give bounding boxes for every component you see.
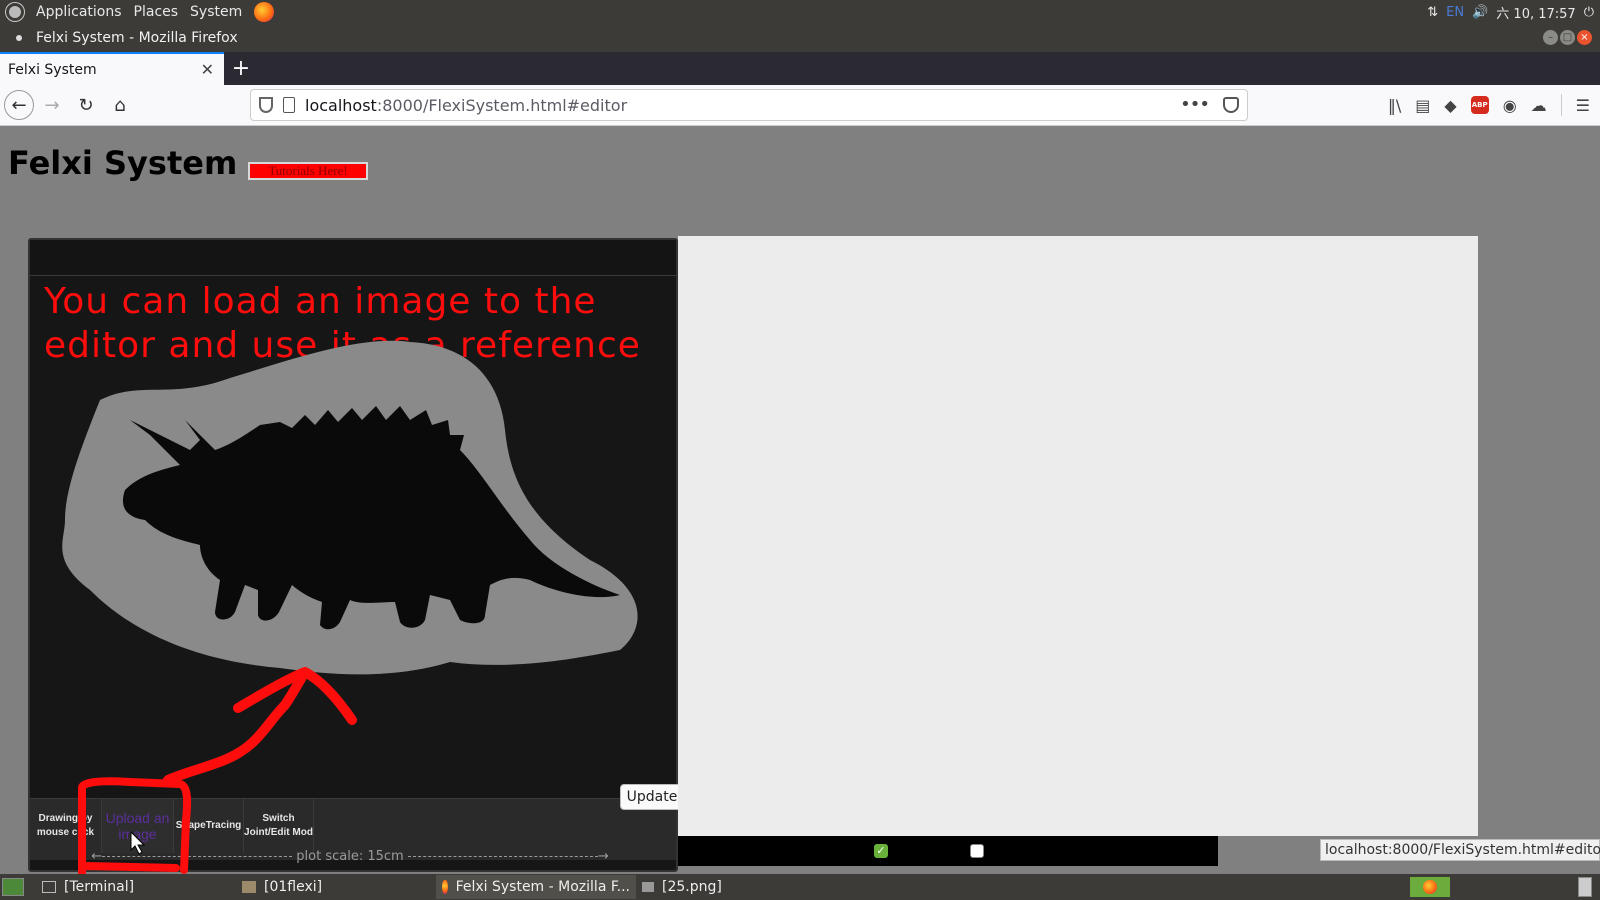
window-title-bar: Felxi System - Mozilla Firefox – □ × — [0, 24, 1600, 52]
trash-icon[interactable] — [1578, 877, 1592, 897]
forward-button[interactable]: → — [36, 89, 68, 121]
editor-canvas[interactable]: You can load an image to the editor and … — [28, 238, 678, 872]
firefox-launcher-icon[interactable] — [254, 2, 275, 22]
taskbar-item-folder[interactable]: [01flexi] — [236, 875, 436, 899]
taskbar-item-terminal[interactable]: [Terminal] — [36, 875, 236, 899]
firefox-icon — [442, 880, 448, 894]
show-desktop-icon[interactable] — [2, 878, 24, 896]
taskbar-item-label: [01flexi] — [264, 879, 323, 895]
bottom-taskbar: [Terminal] [01flexi] Felxi System - Mozi… — [0, 874, 1600, 900]
ubuntu-logo-icon[interactable] — [6, 3, 24, 21]
keyboard-layout[interactable]: EN — [1446, 5, 1464, 20]
hamburger-menu-icon[interactable]: ☰ — [1576, 96, 1590, 115]
nav-bar: ← → ↻ ⌂ localhost:8000/FlexiSystem.html#… — [0, 85, 1600, 126]
firefox-icon — [1423, 880, 1437, 894]
upload-image-button[interactable]: Upload an image — [102, 799, 174, 853]
extension-icon[interactable]: ◆ — [1444, 96, 1456, 115]
back-button[interactable]: ← — [4, 90, 34, 120]
switch-mode-button[interactable]: Switch Joint/Edit Mod — [244, 799, 314, 853]
toolbar-separator — [1560, 94, 1562, 116]
tutorials-button[interactable]: Tutorials Here! — [248, 162, 368, 180]
url-path: :8000/FlexiSystem.html#editor — [376, 95, 628, 115]
tab-title: Felxi System — [8, 61, 97, 78]
reference-image — [62, 340, 638, 675]
power-icon[interactable]: ⏻ — [1584, 5, 1594, 20]
page-info-icon[interactable] — [283, 97, 295, 113]
reload-button[interactable]: ↻ — [70, 89, 102, 121]
workspace-switcher[interactable] — [1410, 877, 1450, 897]
tab-close-icon[interactable]: ✕ — [201, 60, 214, 79]
drawing-mode-button[interactable]: Drawing by mouse click — [30, 799, 102, 853]
plot-scale-arrow-left-icon: ← — [91, 849, 103, 864]
tracking-shield-icon[interactable] — [259, 97, 273, 113]
update-button[interactable]: Update — [620, 784, 684, 810]
editor-toolbar: Drawing by mouse click Upload an image S… — [30, 798, 676, 864]
account-icon[interactable]: ◉ — [1503, 96, 1517, 115]
shape-tracing-button[interactable]: ShapeTracing — [174, 799, 244, 853]
library-icon[interactable]: ‖\ — [1388, 96, 1401, 115]
preview-panel[interactable] — [678, 236, 1478, 836]
browser-tab[interactable]: Felxi System ✕ — [0, 52, 224, 85]
network-icon[interactable]: ⇅ — [1427, 5, 1438, 20]
volume-icon[interactable]: 🔊 — [1472, 5, 1488, 20]
image-viewer-icon — [642, 882, 654, 892]
plot-scale-indicator: ← plot scale: 15cm → — [90, 849, 610, 864]
terminal-icon — [42, 881, 56, 893]
applications-menu[interactable]: Applications — [36, 4, 122, 20]
window-menu-icon[interactable] — [16, 35, 22, 41]
taskbar-item-label: [25.png] — [662, 879, 722, 895]
sync-icon[interactable]: ☁ — [1531, 96, 1547, 115]
window-close-button[interactable]: × — [1577, 30, 1592, 45]
new-tab-button[interactable]: + — [224, 52, 258, 85]
taskbar-item-label: Felxi System - Mozilla F... — [455, 879, 630, 895]
sidebar-icon[interactable]: ▤ — [1415, 96, 1430, 115]
page-content: Felxi System Tutorials Here! You can loa… — [0, 126, 1600, 874]
preview-controls-bar: ✓ — [678, 836, 1218, 866]
maximize-button[interactable]: □ — [1560, 30, 1575, 45]
clock[interactable]: 六 10, 17:57 — [1496, 3, 1575, 22]
url-host: localhost — [305, 95, 377, 115]
home-button[interactable]: ⌂ — [104, 89, 136, 121]
taskbar-item-firefox[interactable]: Felxi System - Mozilla F... — [436, 875, 636, 899]
tab-strip: Felxi System ✕ + — [0, 52, 1600, 85]
pocket-icon[interactable] — [1223, 97, 1239, 113]
url-bar[interactable]: localhost:8000/FlexiSystem.html#editor •… — [250, 89, 1248, 121]
system-menu[interactable]: System — [190, 4, 242, 20]
top-panel: Applications Places System ⇅ EN 🔊 六 10, … — [0, 0, 1600, 24]
window-title: Felxi System - Mozilla Firefox — [36, 30, 238, 46]
option-checkbox-unchecked[interactable] — [970, 844, 984, 858]
page-title: Felxi System — [8, 144, 238, 182]
page-actions-icon[interactable]: ••• — [1180, 94, 1210, 115]
plot-scale-arrow-right-icon: → — [597, 849, 609, 864]
taskbar-item-label: [Terminal] — [64, 879, 135, 895]
plot-scale-label: plot scale: 15cm — [296, 849, 404, 864]
taskbar-item-image[interactable]: [25.png] — [636, 875, 836, 899]
adblock-icon[interactable]: ABP — [1470, 96, 1489, 114]
option-checkbox-checked[interactable]: ✓ — [874, 844, 888, 858]
editor-header — [30, 240, 676, 276]
minimize-button[interactable]: – — [1543, 30, 1558, 45]
places-menu[interactable]: Places — [134, 4, 179, 20]
status-link-preview: localhost:8000/FlexiSystem.html#editor — [1320, 839, 1600, 861]
folder-icon — [242, 881, 256, 893]
